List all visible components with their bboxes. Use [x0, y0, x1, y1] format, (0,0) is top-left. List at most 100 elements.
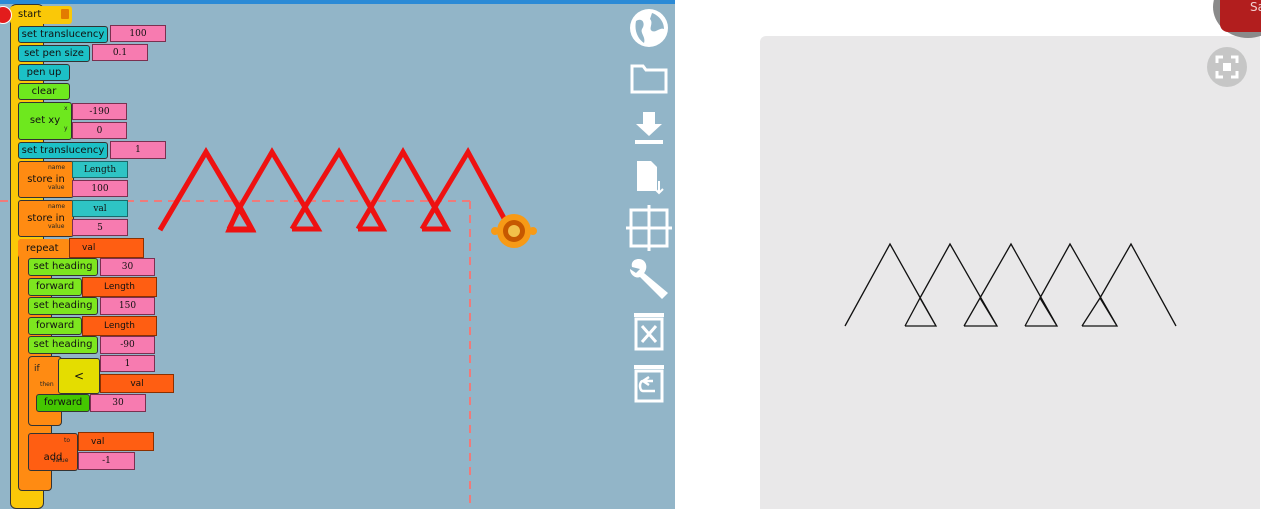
- value-text: 5: [97, 222, 103, 233]
- set-heading-block-3[interactable]: set heading: [28, 336, 98, 354]
- save-file-icon[interactable]: [626, 156, 672, 200]
- x-label: x: [64, 105, 68, 112]
- add-value-input[interactable]: -1: [78, 452, 135, 470]
- operator: <: [73, 369, 85, 383]
- compare-left-input[interactable]: 1: [100, 355, 155, 372]
- value-text: -90: [120, 340, 135, 350]
- trash-small-icon[interactable]: [61, 9, 69, 19]
- download-icon[interactable]: [626, 106, 672, 150]
- value-text: -1: [102, 456, 111, 466]
- value-text: val: [130, 378, 144, 389]
- label: set translucency: [21, 28, 105, 40]
- set-translucency-block[interactable]: set translucency: [18, 26, 108, 43]
- add-block[interactable]: add: [28, 433, 78, 471]
- add-to-input[interactable]: val: [78, 432, 154, 451]
- globe-icon[interactable]: [626, 6, 672, 50]
- turtle-path: [157, 147, 257, 233]
- label: repeat: [26, 242, 59, 254]
- value-text: val: [82, 243, 96, 253]
- repeat-count-input[interactable]: val: [69, 238, 144, 258]
- label: set translucency: [21, 144, 105, 156]
- store2-value-input[interactable]: 5: [72, 219, 128, 236]
- value-text: Length: [103, 282, 136, 292]
- value-text: 1: [124, 358, 131, 369]
- name-label: name: [48, 164, 66, 171]
- forward-input-3[interactable]: 30: [90, 394, 146, 412]
- wrench-icon[interactable]: [626, 256, 672, 300]
- forward-block-2[interactable]: forward: [28, 317, 82, 335]
- pen-size-input[interactable]: 0.1: [92, 44, 148, 61]
- save-button[interactable]: Sa: [1220, 0, 1261, 32]
- store1-value-input[interactable]: 100: [72, 180, 128, 197]
- compare-right-input[interactable]: val: [100, 374, 174, 393]
- value-text: 30: [121, 262, 134, 272]
- label: forward: [35, 281, 75, 292]
- turtle-zigzag: [157, 146, 508, 232]
- output-drawing: [844, 242, 1177, 327]
- heading-input-2[interactable]: 150: [100, 297, 155, 315]
- label: forward: [35, 320, 75, 331]
- label: pen up: [26, 66, 62, 78]
- top-accent-bar: [0, 0, 675, 4]
- value-text: 100: [91, 183, 109, 194]
- label: store in: [27, 212, 65, 224]
- value-text: val: [91, 436, 105, 447]
- label: set pen size: [24, 47, 84, 59]
- start-header[interactable]: start: [10, 6, 72, 24]
- value-label-2: value: [48, 223, 65, 230]
- forward-input-1[interactable]: Length: [82, 277, 157, 297]
- blocks-workspace[interactable]: start set translucency 100 set pen size …: [0, 0, 675, 509]
- name-label-2: name: [48, 203, 66, 210]
- output-canvas[interactable]: [760, 36, 1260, 509]
- set-translucency-block-2[interactable]: set translucency: [18, 142, 108, 159]
- less-than-block[interactable]: <: [58, 358, 100, 394]
- value-text: val: [93, 203, 107, 214]
- value-text: Length: [103, 321, 136, 331]
- save-button-label: Sa: [1250, 0, 1261, 14]
- translucency-input-2[interactable]: 1: [110, 141, 166, 159]
- value-text: Length: [83, 164, 117, 175]
- to-label: to: [64, 437, 71, 444]
- trash-icon[interactable]: [626, 308, 672, 352]
- y-label: y: [64, 125, 68, 132]
- y-input[interactable]: 0: [72, 122, 127, 139]
- value-text: 0.1: [112, 47, 128, 58]
- store-in-block-2[interactable]: store in: [18, 200, 74, 237]
- pen-up-block[interactable]: pen up: [18, 64, 70, 81]
- grid-icon[interactable]: [626, 205, 672, 251]
- forward-input-2[interactable]: Length: [82, 316, 157, 336]
- turtle-sprite: [491, 214, 537, 248]
- heading-input-3[interactable]: -90: [100, 336, 155, 354]
- if-label: if: [34, 364, 40, 374]
- fullscreen-icon[interactable]: [1207, 47, 1247, 87]
- value-text: -190: [89, 106, 110, 117]
- label: forward: [43, 397, 83, 408]
- set-heading-block-1[interactable]: set heading: [28, 258, 98, 276]
- set-heading-block-2[interactable]: set heading: [28, 297, 98, 315]
- x-input[interactable]: -190: [72, 103, 127, 120]
- translucency-input[interactable]: 100: [110, 25, 166, 42]
- value-text: 150: [118, 301, 137, 311]
- label: clear: [31, 85, 57, 97]
- value-text: 30: [112, 398, 124, 408]
- repeat-header[interactable]: repeat: [18, 239, 70, 258]
- heading-input-1[interactable]: 30: [100, 258, 155, 276]
- value-text: 0: [96, 125, 103, 136]
- restore-trash-icon[interactable]: [626, 360, 672, 404]
- start-label: start: [18, 9, 42, 20]
- label: store in: [27, 173, 65, 185]
- value-text: 100: [129, 28, 147, 39]
- value-text: 1: [135, 145, 141, 155]
- label: set heading: [33, 339, 93, 350]
- store1-name-input[interactable]: Length: [72, 161, 128, 178]
- value-label: value: [48, 184, 65, 191]
- clear-block[interactable]: clear: [18, 83, 70, 100]
- add-value-label: value: [52, 457, 69, 464]
- store2-name-input[interactable]: val: [72, 200, 128, 217]
- forward-block-1[interactable]: forward: [28, 278, 82, 296]
- folder-icon[interactable]: [626, 56, 672, 100]
- forward-block-3[interactable]: forward: [36, 394, 90, 412]
- label: set heading: [33, 261, 93, 272]
- set-pen-size-block[interactable]: set pen size: [18, 45, 90, 62]
- store-in-block-1[interactable]: store in: [18, 161, 74, 198]
